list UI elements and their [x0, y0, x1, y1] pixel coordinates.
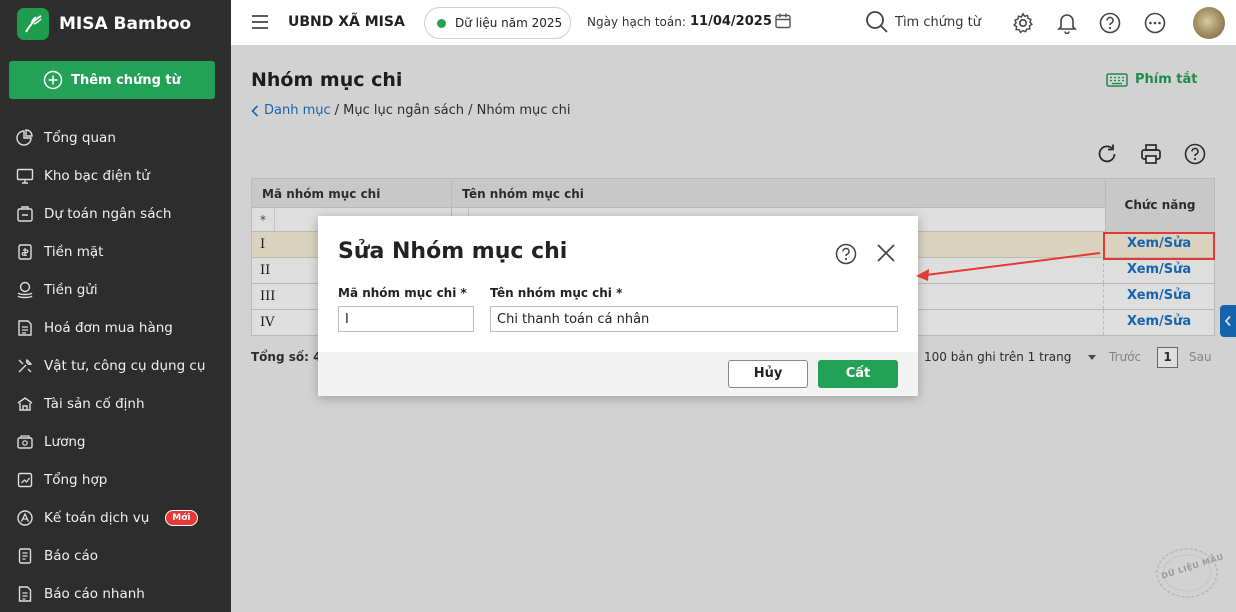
sidebar-item-overview[interactable]: Tổng quan	[0, 119, 231, 157]
sidebar-nav: Tổng quan Kho bạc điện tử Dự toán ngân s…	[0, 119, 231, 612]
invoice-icon	[18, 320, 32, 336]
sidebar-item-label: Tổng hợp	[44, 472, 108, 488]
cancel-button[interactable]: Hủy	[728, 360, 808, 388]
salary-icon	[17, 435, 33, 449]
help-icon[interactable]	[1099, 12, 1121, 34]
sidebar-item-label: Hoá đơn mua hàng	[44, 320, 173, 336]
monitor-icon	[16, 168, 34, 184]
sidebar-item-label: Tài sản cố định	[44, 396, 145, 412]
sidebar-item-label: Kế toán dịch vụ	[44, 510, 150, 526]
sidebar-item-fixed-assets[interactable]: Tài sản cố định	[0, 385, 231, 423]
add-voucher-label: Thêm chứng từ	[71, 72, 181, 88]
sidebar-item-summary[interactable]: Tổng hợp	[0, 461, 231, 499]
sidebar-item-label: Tiền gửi	[44, 282, 98, 298]
search-icon[interactable]	[865, 10, 889, 34]
status-dot-icon	[437, 18, 446, 28]
pie-chart-icon	[16, 129, 33, 146]
brand-name: MISA Bamboo	[59, 14, 192, 34]
sidebar-item-materials[interactable]: Vật tư, công cụ dụng cụ	[0, 347, 231, 385]
sidebar-item-service-accounting[interactable]: Kế toán dịch vụ Mới	[0, 499, 231, 537]
name-field[interactable]	[490, 306, 898, 332]
sidebar-item-label: Tiền mặt	[44, 244, 104, 260]
data-year-selector[interactable]: Dữ liệu năm 2025	[424, 7, 571, 39]
plus-circle-icon	[43, 70, 63, 90]
sidebar-item-quick-report[interactable]: Báo cáo nhanh	[0, 575, 231, 612]
sidebar-item-purchase-invoice[interactable]: Hoá đơn mua hàng	[0, 309, 231, 347]
dialog-footer: Hủy Cất	[318, 352, 918, 396]
bamboo-logo-icon	[17, 8, 49, 40]
name-field-label: Tên nhóm mục chi *	[490, 286, 623, 300]
dialog-title: Sửa Nhóm mục chi	[338, 239, 568, 264]
top-header: UBND XÃ MISA Dữ liệu năm 2025 Ngày hạch …	[231, 0, 1236, 45]
report-icon	[18, 548, 32, 564]
summary-icon	[17, 472, 33, 488]
sidebar-item-label: Kho bạc điện tử	[44, 168, 150, 184]
search-voucher-link[interactable]: Tìm chứng từ	[895, 15, 981, 30]
sidebar: MISA Bamboo Thêm chứng từ Tổng quan Kho …	[0, 0, 231, 612]
sidebar-item-deposit[interactable]: Tiền gửi	[0, 271, 231, 309]
data-year-label: Dữ liệu năm 2025	[455, 16, 563, 30]
code-field[interactable]	[338, 306, 474, 332]
sidebar-item-treasury[interactable]: Kho bạc điện tử	[0, 157, 231, 195]
gear-icon[interactable]	[1012, 12, 1034, 34]
asset-icon	[17, 397, 33, 411]
sidebar-item-label: Tổng quan	[44, 130, 116, 146]
close-icon[interactable]	[876, 243, 896, 263]
calendar-icon[interactable]	[774, 12, 792, 30]
hamburger-menu-icon[interactable]	[251, 14, 269, 30]
more-options-icon[interactable]	[1144, 12, 1166, 34]
bell-icon[interactable]	[1057, 12, 1077, 34]
budget-icon	[17, 206, 33, 222]
new-badge: Mới	[165, 510, 198, 526]
service-icon	[17, 510, 33, 526]
annotation-highlight-box	[1103, 232, 1215, 260]
sidebar-item-report[interactable]: Báo cáo	[0, 537, 231, 575]
add-voucher-button[interactable]: Thêm chứng từ	[9, 61, 215, 99]
sidebar-item-label: Báo cáo nhanh	[44, 586, 145, 602]
sidebar-item-budget[interactable]: Dự toán ngân sách	[0, 195, 231, 233]
sidebar-item-salary[interactable]: Lương	[0, 423, 231, 461]
posting-date-label: Ngày hạch toán:	[587, 15, 686, 29]
sidebar-item-label: Lương	[44, 434, 86, 450]
tools-icon	[18, 358, 33, 373]
save-button[interactable]: Cất	[818, 360, 898, 388]
sidebar-item-cash[interactable]: Tiền mặt	[0, 233, 231, 271]
quick-report-icon	[18, 586, 32, 602]
sidebar-item-label: Báo cáo	[44, 548, 99, 564]
coins-icon	[17, 281, 33, 299]
sidebar-item-label: Vật tư, công cụ dụng cụ	[44, 358, 206, 374]
user-avatar[interactable]	[1193, 7, 1225, 39]
organization-name: UBND XÃ MISA	[288, 14, 405, 30]
cash-icon	[18, 244, 32, 260]
sidebar-item-label: Dự toán ngân sách	[44, 206, 172, 222]
code-field-label: Mã nhóm mục chi *	[338, 286, 467, 300]
edit-expense-group-dialog: Sửa Nhóm mục chi Mã nhóm mục chi * Tên n…	[318, 216, 918, 396]
brand[interactable]: MISA Bamboo	[17, 8, 191, 40]
posting-date-value[interactable]: 11/04/2025	[690, 14, 772, 29]
help-icon[interactable]	[835, 243, 857, 265]
